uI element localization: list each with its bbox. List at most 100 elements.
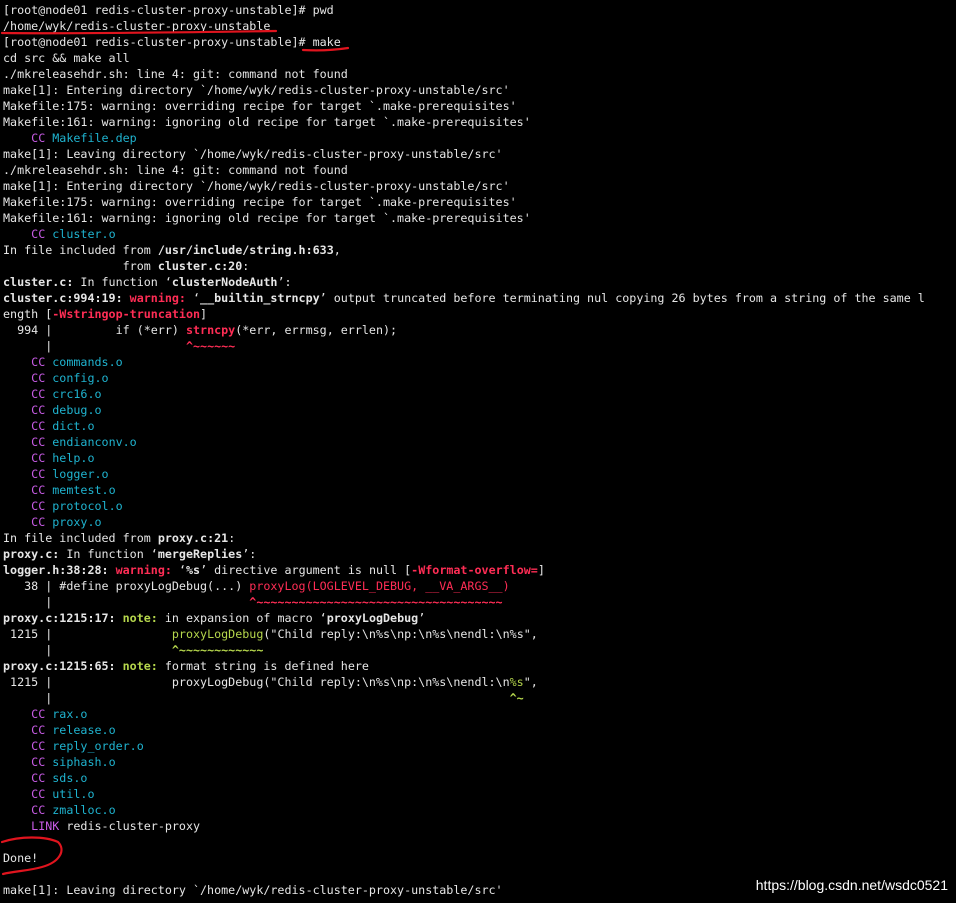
terminal-text: ’ xyxy=(418,611,426,625)
terminal-line: 38 | #define proxyLogDebug(...) proxyLog… xyxy=(3,578,953,594)
terminal-text: In function ‘ xyxy=(59,547,158,561)
terminal-line: CC sds.o xyxy=(3,770,953,786)
terminal-text: CC xyxy=(31,787,46,801)
terminal-text: ‘ xyxy=(185,291,201,305)
terminal-line: cd src && make all xyxy=(3,50,953,66)
terminal-text: warning: xyxy=(129,291,186,305)
terminal-text: protocol.o xyxy=(45,499,123,513)
terminal-text: ’: xyxy=(277,275,292,289)
terminal-text: siphash.o xyxy=(45,755,116,769)
terminal-text: ’: xyxy=(242,547,257,561)
terminal-line: CC dict.o xyxy=(3,418,953,434)
terminal-text: In function ‘ xyxy=(73,275,172,289)
terminal-text: /usr/include/string.h:633 xyxy=(157,243,334,257)
terminal-line: 1215 | proxyLogDebug("Child reply:\n%s\n… xyxy=(3,674,953,690)
terminal-text: 994 | if (*err) xyxy=(3,323,186,337)
terminal-text: endianconv.o xyxy=(45,435,137,449)
terminal-text: proxyLogDebug xyxy=(171,627,264,641)
terminal-line: CC protocol.o xyxy=(3,498,953,514)
terminal-text: [root@node01 redis-cluster-proxy-unstabl… xyxy=(3,35,341,49)
terminal-text: CC xyxy=(31,771,46,785)
terminal-text: help.o xyxy=(45,451,95,465)
terminal-text: note: xyxy=(122,659,158,673)
terminal-line: | ^~~~~~~~~~~~~~~~~~~~~~~~~~~~~~~~~~~~ xyxy=(3,594,953,610)
terminal-line: ./mkreleasehdr.sh: line 4: git: command … xyxy=(3,162,953,178)
terminal-text: cd src && make all xyxy=(3,51,130,65)
terminal-line: 994 | if (*err) strncpy(*err, errmsg, er… xyxy=(3,322,953,338)
terminal-window: { "theme": { "background": "#000000", "d… xyxy=(0,0,956,903)
terminal-line: Makefile:175: warning: overriding recipe… xyxy=(3,194,953,210)
terminal-text: reply_order.o xyxy=(45,739,144,753)
terminal-text: commands.o xyxy=(45,355,123,369)
terminal-text: util.o xyxy=(45,787,95,801)
terminal-line: [root@node01 redis-cluster-proxy-unstabl… xyxy=(3,2,953,18)
terminal-text: CC xyxy=(31,403,46,417)
terminal-line: from cluster.c:20: xyxy=(3,258,953,274)
terminal-text: proxyLog(LOGLEVEL_DEBUG, __VA_ARGS__) xyxy=(249,579,510,593)
terminal-text: %s xyxy=(509,675,524,689)
terminal-text: CC xyxy=(31,755,46,769)
terminal-line: CC Makefile.dep xyxy=(3,130,953,146)
terminal-line: cluster.c:994:19: warning: ‘__builtin_st… xyxy=(3,290,953,306)
terminal-text: : xyxy=(242,259,250,273)
terminal-line: | ^~~~~~~~~~~~~ xyxy=(3,642,953,658)
terminal-text: mergeReplies xyxy=(157,547,243,561)
terminal-text: from xyxy=(3,259,158,273)
terminal-text: -Wformat-overflow= xyxy=(411,563,538,577)
terminal-line: CC proxy.o xyxy=(3,514,953,530)
terminal-text: In file included from xyxy=(3,243,158,257)
terminal-text: format string is defined here xyxy=(157,659,369,673)
terminal-line: CC util.o xyxy=(3,786,953,802)
terminal-text: ^~~~~~~~~~~~~~~~~~~~~~~~~~~~~~~~~~~~ xyxy=(249,595,503,609)
terminal-line: CC logger.o xyxy=(3,466,953,482)
terminal-text: proxy.o xyxy=(45,515,102,529)
terminal-line: ength [-Wstringop-truncation] xyxy=(3,306,953,322)
terminal-text: Makefile:175: warning: overriding recipe… xyxy=(3,195,517,209)
terminal-text: logger.h:38:28: xyxy=(3,563,109,577)
terminal-text: crc16.o xyxy=(45,387,102,401)
terminal-text: CC xyxy=(31,499,46,513)
terminal-text: ength [ xyxy=(3,307,53,321)
terminal-text: ’ directive argument is null [ xyxy=(200,563,412,577)
terminal-text: redis-cluster-proxy xyxy=(59,819,201,833)
terminal-text: CC xyxy=(31,419,46,433)
terminal-text: proxy.c:1215:65: xyxy=(3,659,116,673)
terminal-line: CC commands.o xyxy=(3,354,953,370)
terminal-output[interactable]: [root@node01 redis-cluster-proxy-unstabl… xyxy=(3,2,953,898)
terminal-line: CC reply_order.o xyxy=(3,738,953,754)
terminal-text: __builtin_strncpy xyxy=(200,291,320,305)
terminal-line: CC endianconv.o xyxy=(3,434,953,450)
terminal-text: proxyLogDebug xyxy=(326,611,419,625)
terminal-line: proxy.c:1215:65: note: format string is … xyxy=(3,658,953,674)
terminal-text: dict.o xyxy=(45,419,95,433)
terminal-line: | ^~ xyxy=(3,690,953,706)
terminal-text: , xyxy=(333,243,341,257)
terminal-line: CC debug.o xyxy=(3,402,953,418)
terminal-text: Makefile:175: warning: overriding recipe… xyxy=(3,99,517,113)
terminal-text: ^~~~~~~ xyxy=(185,339,236,353)
terminal-text: CC xyxy=(31,355,46,369)
terminal-line: Makefile:161: warning: ignoring old reci… xyxy=(3,210,953,226)
terminal-text: cluster.o xyxy=(45,227,116,241)
watermark: https://blog.csdn.net/wsdc0521 xyxy=(755,877,948,893)
terminal-text: strncpy xyxy=(185,323,236,337)
terminal-line: 1215 | proxyLogDebug("Child reply:\n%s\n… xyxy=(3,626,953,642)
terminal-line: make[1]: Leaving directory `/home/wyk/re… xyxy=(3,146,953,162)
terminal-line: CC zmalloc.o xyxy=(3,802,953,818)
terminal-text: CC xyxy=(31,435,46,449)
terminal-text: CC xyxy=(31,739,46,753)
terminal-text: Makefile:161: warning: ignoring old reci… xyxy=(3,115,531,129)
